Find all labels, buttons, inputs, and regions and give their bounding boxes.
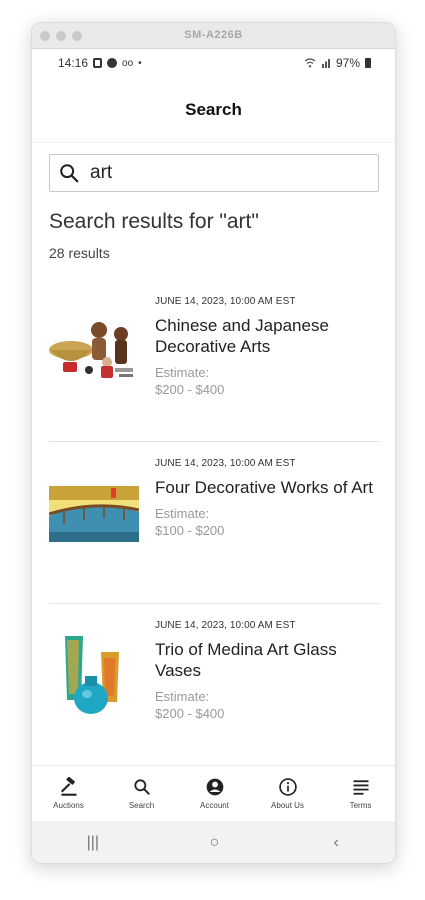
status-bar: 14:16 oo • 97% (32, 49, 395, 77)
system-navigation-bar: ||| ○ ‹ (32, 821, 395, 863)
nav-account[interactable]: Account (184, 777, 246, 810)
estimate-label: Estimate: (155, 365, 210, 380)
estimate-value: $100 - $200 (155, 523, 225, 538)
search-input[interactable] (90, 162, 350, 184)
gavel-icon (60, 777, 76, 796)
window-title: SM-A226B (184, 29, 243, 41)
back-button[interactable]: ‹ (306, 834, 366, 852)
nav-search[interactable]: Search (111, 777, 173, 810)
nav-auctions-label: Auctions (53, 801, 84, 810)
result-meta: JUNE 14, 2023, 10:00 AM EST Trio of Medi… (155, 620, 375, 721)
bottom-nav: Auctions Search Account About Us Terms (32, 765, 395, 821)
info-icon (278, 778, 297, 796)
search-bar[interactable] (49, 154, 379, 192)
recents-button[interactable]: ||| (63, 834, 123, 852)
status-time: 14:16 (58, 56, 89, 70)
app-header: Search (32, 77, 395, 143)
estimate-value: $200 - $400 (155, 706, 225, 721)
estimate-label: Estimate: (155, 689, 210, 704)
voicemail-icon: oo (122, 57, 134, 69)
nav-search-label: Search (128, 801, 155, 810)
auction-date: JUNE 14, 2023, 10:00 AM EST (155, 458, 296, 469)
nav-terms-label: Terms (349, 801, 372, 810)
list-icon (353, 780, 368, 795)
search-icon (133, 779, 150, 795)
result-item[interactable]: JUNE 14, 2023, 10:00 AM EST Chinese and … (49, 280, 379, 442)
nav-about-us-label: About Us (271, 801, 304, 810)
battery-icon (365, 58, 371, 68)
device-window: SM-A226B 14:16 oo • 97% Search art Searc… (31, 22, 396, 864)
battery-percent: 97% (335, 56, 360, 70)
lot-title[interactable]: Trio of Medina Art Glass Vases (155, 639, 375, 681)
result-meta: JUNE 14, 2023, 10:00 AM EST Chinese and … (155, 296, 375, 397)
lot-image-decorative-works[interactable] (49, 486, 139, 542)
lot-image-glass-vases[interactable] (49, 630, 139, 722)
nav-account-label: Account (200, 801, 229, 810)
home-button[interactable]: ○ (184, 834, 244, 852)
window-titlebar: SM-A226B (32, 23, 395, 49)
result-item[interactable]: JUNE 14, 2023, 10:00 AM EST Four Decorat… (49, 442, 379, 604)
nav-about-us[interactable]: About Us (257, 777, 319, 810)
lot-title[interactable]: Four Decorative Works of Art (155, 477, 375, 498)
nav-auctions[interactable]: Auctions (38, 777, 100, 810)
lot-image-decorative-arts[interactable] (49, 310, 139, 390)
auction-date: JUNE 14, 2023, 10:00 AM EST (155, 620, 296, 631)
lot-title[interactable]: Chinese and Japanese Decorative Arts (155, 315, 375, 357)
nav-terms[interactable]: Terms (330, 777, 392, 810)
page-title: Search (185, 99, 242, 119)
search-icon (60, 164, 79, 183)
estimate-label: Estimate: (155, 506, 210, 521)
estimate-value: $200 - $400 (155, 382, 225, 397)
result-item[interactable]: JUNE 14, 2023, 10:00 AM EST Trio of Medi… (49, 604, 379, 766)
result-meta: JUNE 14, 2023, 10:00 AM EST Four Decorat… (155, 458, 375, 538)
account-status-icon (107, 58, 118, 68)
account-icon (206, 778, 223, 796)
signal-icon (321, 59, 330, 68)
notification-icon (93, 58, 103, 68)
results-count: 28 results (49, 245, 110, 261)
more-notifications-dot: • (138, 57, 142, 69)
auction-date: JUNE 14, 2023, 10:00 AM EST (155, 296, 296, 307)
results-heading: Search results for "art" (49, 210, 259, 233)
wifi-icon (304, 58, 316, 68)
